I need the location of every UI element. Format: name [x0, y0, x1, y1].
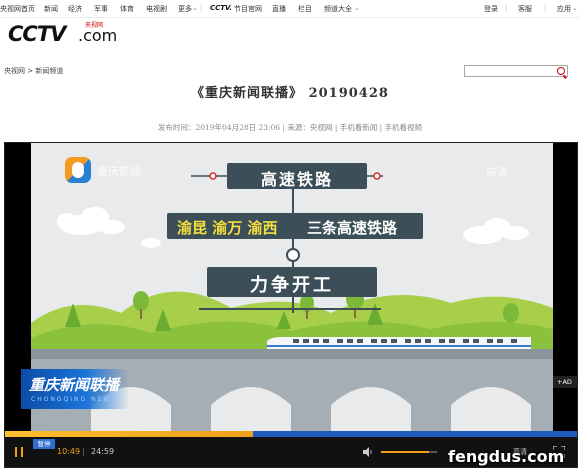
- nav-news[interactable]: 新闻: [44, 4, 58, 14]
- logo-suffix: .com: [78, 26, 118, 45]
- search-input[interactable]: [464, 65, 568, 77]
- nav-divider: |: [505, 4, 508, 12]
- cctv-logo[interactable]: CCTV 央视网 .com: [8, 20, 118, 46]
- sign-lines-highlight: 渝昆 渝万 渝西: [177, 219, 278, 237]
- lower-third-title: 重庆新闻联播: [29, 376, 120, 394]
- chevron-down-icon: ⌄: [192, 4, 198, 12]
- total-time: 24:59: [91, 447, 115, 456]
- chevron-down-icon: ⌄: [354, 4, 360, 12]
- pause-tooltip: 暂停: [33, 439, 55, 449]
- nav-sports[interactable]: 体育: [120, 4, 134, 14]
- apps-link[interactable]: 应用: [557, 4, 571, 14]
- current-time: 10:49: [57, 447, 81, 456]
- nav-economy[interactable]: 经济: [68, 4, 82, 14]
- chevron-down-icon: ⌄: [572, 4, 578, 12]
- top-nav: 央视网首页 新闻 经济 军事 体育 电视剧 更多 ⌄ | CCTV. 节目官网 …: [0, 0, 580, 18]
- service-link[interactable]: 客服: [518, 4, 532, 14]
- breadcrumb[interactable]: 央视网 > 新闻频道: [4, 66, 63, 76]
- sign-high-speed-rail: 高速铁路: [227, 163, 367, 189]
- nav-tv-drama[interactable]: 电视剧: [146, 4, 167, 14]
- nav-live[interactable]: 直播: [272, 4, 286, 14]
- lower-third-subtitle: CHONGQING NEWS: [31, 396, 118, 403]
- sign-lines-rest: 三条高速铁路: [307, 219, 398, 237]
- volume-slider[interactable]: [381, 451, 437, 453]
- nav-columns[interactable]: 栏目: [298, 4, 312, 14]
- nav-divider: |: [200, 4, 203, 12]
- program-lower-third: 重庆新闻联播 CHONGQING NEWS: [21, 369, 129, 409]
- site-watermark: fengdus.com: [448, 447, 565, 466]
- search-icon[interactable]: [557, 67, 565, 75]
- sign-three-lines: 渝昆 渝万 渝西 三条高速铁路: [167, 213, 423, 239]
- nav-military[interactable]: 军事: [94, 4, 108, 14]
- publish-meta: 发布时间：2019年04月28日 23:06 | 来源：央视网 | 手机看新闻 …: [157, 123, 423, 132]
- cctv-brand-mini[interactable]: CCTV.: [210, 4, 232, 12]
- channel-name: 重庆新闻: [97, 165, 141, 178]
- cqtv-channel-logo: [65, 157, 91, 183]
- hd-watermark: 高清: [486, 166, 508, 179]
- page-title: 《重庆新闻联播》 20190428: [191, 86, 389, 101]
- time-separator: |: [82, 447, 85, 456]
- pause-icon[interactable]: [15, 447, 23, 457]
- volume-fill: [381, 451, 429, 453]
- logo-wordmark: CCTV: [8, 22, 66, 46]
- nav-home[interactable]: 央视网首页: [0, 4, 35, 14]
- nav-divider: |: [544, 4, 547, 12]
- sign-high-speed-rail-text: 高速铁路: [260, 170, 333, 189]
- nav-more[interactable]: 更多: [178, 4, 192, 14]
- video-player[interactable]: 重庆新闻 高清 高速铁路 渝昆 渝万 渝西 三条高速铁路 力争开工 重庆新闻联播…: [4, 142, 578, 468]
- ad-button[interactable]: +AD: [553, 376, 577, 388]
- login-link[interactable]: 登录: [484, 4, 498, 14]
- sign-start-construction-text: 力争开工: [250, 275, 334, 296]
- sign-start-construction: 力争开工: [207, 267, 377, 297]
- nav-channels[interactable]: 频道大全: [324, 4, 352, 14]
- nav-program-site[interactable]: 节目官网: [234, 4, 262, 14]
- volume-icon[interactable]: [363, 447, 373, 457]
